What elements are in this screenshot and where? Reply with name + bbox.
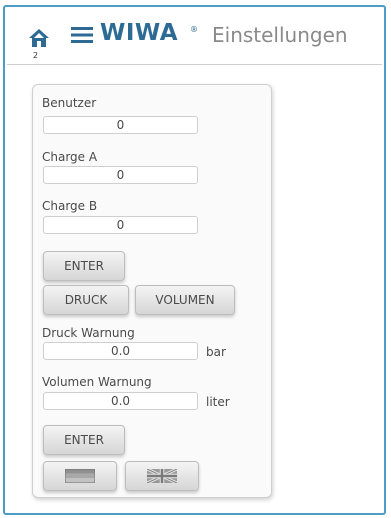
druck-warnung-field[interactable]: 0.0 xyxy=(43,342,198,360)
charge-b-label: Charge B xyxy=(42,199,98,213)
wiwa-logo-icon xyxy=(71,27,93,43)
volumen-unit: liter xyxy=(206,395,230,409)
druck-unit: bar xyxy=(206,345,226,359)
volumen-button[interactable]: VOLUMEN xyxy=(135,285,235,315)
benutzer-field[interactable]: 0 xyxy=(43,116,198,134)
charge-a-field[interactable]: 0 xyxy=(43,166,198,184)
home-icon[interactable] xyxy=(28,27,50,49)
brand-logo: WIWA xyxy=(100,20,179,46)
home-badge: 2 xyxy=(33,51,39,60)
settings-panel: Benutzer 0 Charge A 0 Charge B 0 ENTER D… xyxy=(32,84,272,498)
enter-button-2[interactable]: ENTER xyxy=(43,425,125,455)
language-english-button[interactable] xyxy=(125,461,199,491)
druck-button[interactable]: DRUCK xyxy=(43,285,129,315)
uk-flag-icon xyxy=(147,469,177,483)
brand-registered-mark: ® xyxy=(190,25,198,34)
page-title: Einstellungen xyxy=(212,23,348,47)
charge-b-field[interactable]: 0 xyxy=(43,216,198,234)
charge-a-label: Charge A xyxy=(42,150,98,164)
benutzer-label: Benutzer xyxy=(42,96,97,110)
volumen-warnung-label: Volumen Warnung xyxy=(42,375,152,389)
language-german-button[interactable] xyxy=(43,461,117,491)
header-bar: 2 WIWA ® Einstellungen xyxy=(7,9,382,65)
druck-warnung-label: Druck Warnung xyxy=(42,326,135,340)
volumen-warnung-field[interactable]: 0.0 xyxy=(43,392,198,410)
german-flag-icon xyxy=(65,469,95,483)
enter-button[interactable]: ENTER xyxy=(43,251,125,281)
